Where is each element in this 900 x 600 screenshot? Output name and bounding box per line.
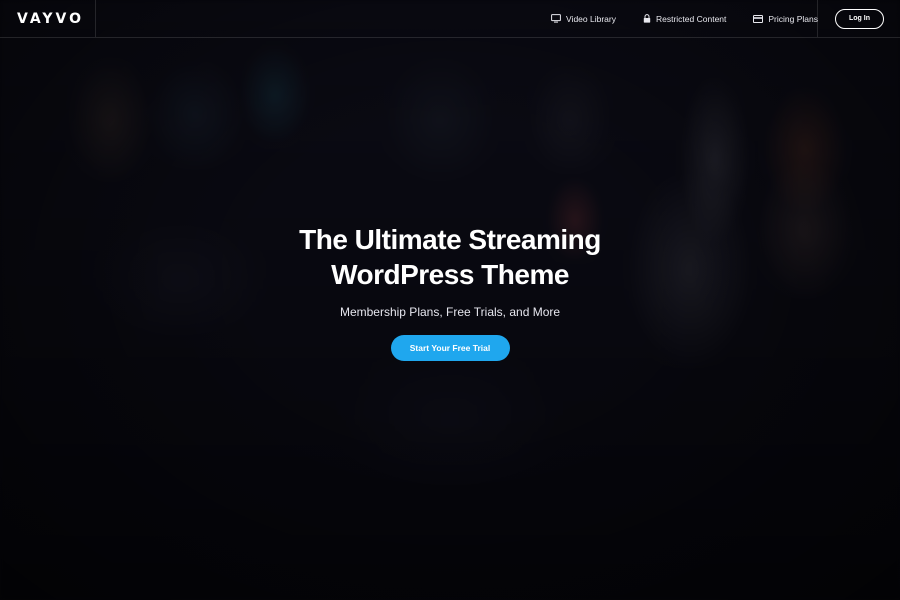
hero-title-line-2: WordPress Theme — [331, 259, 569, 290]
nav-item-restricted-content[interactable]: Restricted Content — [643, 14, 726, 24]
hero-title-line-1: The Ultimate Streaming — [299, 224, 601, 255]
site-logo[interactable]: VAYVO — [17, 11, 84, 27]
monitor-icon — [551, 14, 561, 23]
hero-section: The Ultimate Streaming WordPress Theme M… — [0, 222, 900, 361]
credit-card-icon — [753, 14, 764, 23]
nav-item-label: Restricted Content — [655, 13, 727, 24]
lock-icon — [643, 14, 651, 23]
nav-item-label: Video Library — [566, 13, 616, 24]
login-button[interactable]: Log In — [835, 8, 884, 29]
nav-item-label: Pricing Plans — [768, 13, 818, 24]
nav-item-video-library[interactable]: Video Library — [551, 14, 616, 24]
nav-item-pricing-plans[interactable]: Pricing Plans — [753, 14, 818, 24]
hero-title: The Ultimate Streaming WordPress Theme — [0, 222, 900, 292]
login-cell: Log In — [817, 0, 900, 37]
main-nav: Video Library Restricted Content Pricing… — [524, 0, 818, 37]
start-free-trial-button[interactable]: Start Your Free Trial — [390, 335, 510, 361]
site-header: VAYVO Video Library Restricted Content P… — [0, 0, 900, 38]
logo-cell: VAYVO — [0, 0, 96, 37]
page: VAYVO Video Library Restricted Content P… — [0, 0, 900, 600]
hero-subtitle: Membership Plans, Free Trials, and More — [339, 305, 561, 319]
